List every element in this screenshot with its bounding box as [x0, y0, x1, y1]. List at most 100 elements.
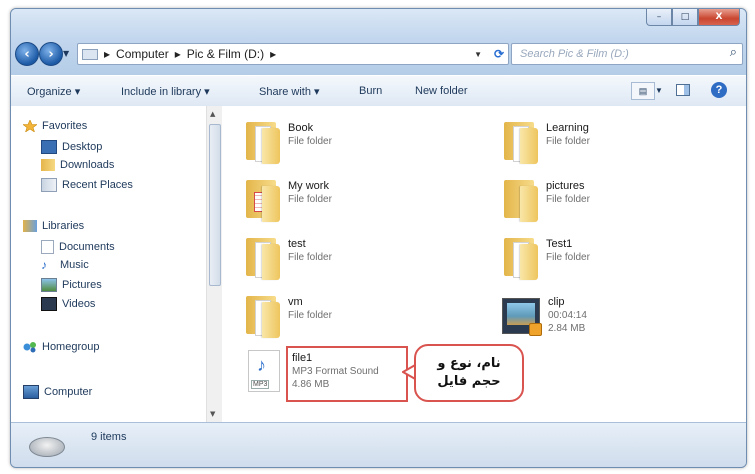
share-with-button[interactable]: Share with ▾ — [259, 85, 320, 98]
navigation-scrollbar[interactable]: ▲ ▼ — [206, 106, 222, 422]
annotation-callout: نام، نوع و حجم فایل — [414, 344, 524, 402]
sidebar-item-downloads[interactable]: Downloads — [41, 159, 114, 171]
videos-icon — [41, 297, 57, 311]
navigation-row: ‹ › ▼ ▸ Computer ▸ Pic & Film (D:) ▸ ▼ ⟳… — [15, 41, 743, 67]
file-item-clip[interactable]: clip 00:04:14 2.84 MB — [502, 294, 587, 336]
sidebar-item-videos[interactable]: Videos — [41, 297, 95, 311]
search-input[interactable]: Search Pic & Film (D:) ⌕ — [511, 43, 743, 65]
folder-item-vm[interactable]: vm File folder — [246, 294, 332, 338]
highlight-box — [286, 346, 408, 402]
help-icon[interactable]: ? — [711, 82, 727, 98]
item-count: 9 items — [91, 431, 127, 443]
pictures-icon — [41, 278, 57, 292]
sidebar-item-documents[interactable]: Documents — [41, 240, 115, 254]
folder-icon — [246, 294, 280, 338]
address-separator: ▸ — [270, 47, 277, 61]
address-dropdown-icon[interactable]: ▼ — [474, 50, 482, 59]
folder-icon — [246, 120, 280, 164]
forward-button[interactable]: › — [39, 42, 63, 66]
folder-icon — [504, 120, 538, 164]
change-view-icon[interactable]: ▤ — [631, 82, 655, 100]
navigation-pane: Favorites Desktop Downloads Recent Place… — [11, 106, 207, 422]
sidebar-item-label: Recent Places — [62, 179, 133, 191]
command-bar: Organize ▾ Include in library ▾ Share wi… — [11, 75, 746, 107]
mp3-label: MP3 — [251, 380, 270, 389]
maximize-button[interactable]: □ — [672, 9, 698, 26]
mp3-file-icon: ♪ MP3 — [248, 350, 280, 392]
music-note-icon: ♪ — [41, 258, 47, 272]
scrollbar-thumb[interactable] — [209, 124, 221, 286]
sidebar-item-recent-places[interactable]: Recent Places — [41, 178, 133, 192]
video-thumbnail-icon — [502, 298, 542, 336]
address-separator: ▸ — [174, 47, 181, 61]
item-type: File folder — [288, 194, 332, 205]
sidebar-item-label: Downloads — [60, 159, 115, 171]
homegroup-icon — [23, 341, 37, 353]
computer-icon — [82, 48, 98, 60]
minimize-button[interactable]: – — [646, 9, 672, 26]
item-name: Test1 — [546, 238, 573, 250]
documents-icon — [41, 240, 54, 254]
details-pane: 9 items — [11, 422, 746, 467]
item-name: vm — [288, 296, 303, 308]
folder-item-pictures[interactable]: pictures File folder — [504, 178, 590, 222]
sidebar-item-homegroup[interactable]: Homegroup — [23, 341, 99, 353]
scroll-up-icon[interactable]: ▲ — [210, 110, 215, 118]
sidebar-item-label: Favorites — [42, 120, 88, 132]
item-type: File folder — [546, 194, 590, 205]
sidebar-item-pictures[interactable]: Pictures — [41, 278, 102, 292]
caption-buttons: – □ X — [646, 9, 740, 26]
item-type: File folder — [288, 136, 332, 147]
search-placeholder: Search Pic & Film (D:) — [520, 48, 629, 60]
recent-places-icon — [41, 178, 57, 192]
item-duration: 00:04:14 — [548, 310, 587, 321]
sidebar-item-label: Desktop — [62, 141, 103, 153]
item-type: File folder — [546, 252, 590, 263]
folder-item-test1[interactable]: Test1 File folder — [504, 236, 590, 280]
computer-icon — [23, 385, 39, 399]
sidebar-item-music[interactable]: ♪ Music — [41, 259, 89, 271]
recent-pages-chevron-icon[interactable]: ▼ — [63, 49, 69, 58]
folder-icon — [504, 178, 538, 222]
item-type: File folder — [288, 310, 332, 321]
folder-item-my-work[interactable]: My work File folder — [246, 178, 332, 222]
breadcrumb-drive[interactable]: Pic & Film (D:) — [187, 47, 264, 61]
sidebar-item-label: Documents — [59, 241, 115, 253]
sidebar-item-label: Music — [60, 259, 89, 271]
item-name: My work — [288, 180, 329, 192]
folder-icon — [504, 236, 538, 280]
scroll-down-icon[interactable]: ▼ — [210, 410, 215, 418]
item-size: 2.84 MB — [548, 323, 586, 334]
folder-item-learning[interactable]: Learning File folder — [504, 120, 590, 164]
close-button[interactable]: X — [698, 9, 740, 26]
sidebar-item-desktop[interactable]: Desktop — [41, 140, 102, 154]
sidebar-item-favorites[interactable]: Favorites — [22, 119, 88, 133]
refresh-icon[interactable]: ⟳ — [494, 47, 504, 61]
breadcrumb-computer[interactable]: Computer — [116, 47, 169, 61]
search-icon[interactable]: ⌕ — [730, 45, 737, 60]
item-name: Learning — [546, 122, 589, 134]
organize-button[interactable]: Organize ▾ — [27, 85, 80, 98]
preview-pane-icon[interactable] — [675, 82, 691, 98]
item-name: test — [288, 238, 306, 250]
item-name: pictures — [546, 180, 585, 192]
item-name: Book — [288, 122, 314, 134]
item-type: File folder — [546, 136, 590, 147]
desktop-icon — [41, 140, 57, 154]
burn-button[interactable]: Burn — [359, 85, 382, 97]
folder-icon — [246, 178, 280, 222]
view-options-chevron-icon[interactable]: ▼ — [655, 82, 663, 98]
callout-line-2: حجم فایل — [437, 374, 501, 389]
sidebar-item-libraries[interactable]: Libraries — [23, 220, 84, 232]
back-button[interactable]: ‹ — [15, 42, 39, 66]
folder-item-book[interactable]: Book File folder — [246, 120, 332, 164]
sidebar-item-computer[interactable]: Computer — [23, 385, 92, 399]
sidebar-item-label: Videos — [62, 298, 96, 310]
sidebar-item-label: Homegroup — [42, 341, 100, 353]
include-in-library-button[interactable]: Include in library ▾ — [121, 85, 210, 98]
folder-item-test[interactable]: test File folder — [246, 236, 332, 280]
item-name: clip — [548, 296, 565, 308]
drive-icon — [29, 437, 65, 457]
address-bar[interactable]: ▸ Computer ▸ Pic & Film (D:) ▸ ▼ ⟳ — [77, 43, 509, 65]
new-folder-button[interactable]: New folder — [415, 85, 468, 97]
